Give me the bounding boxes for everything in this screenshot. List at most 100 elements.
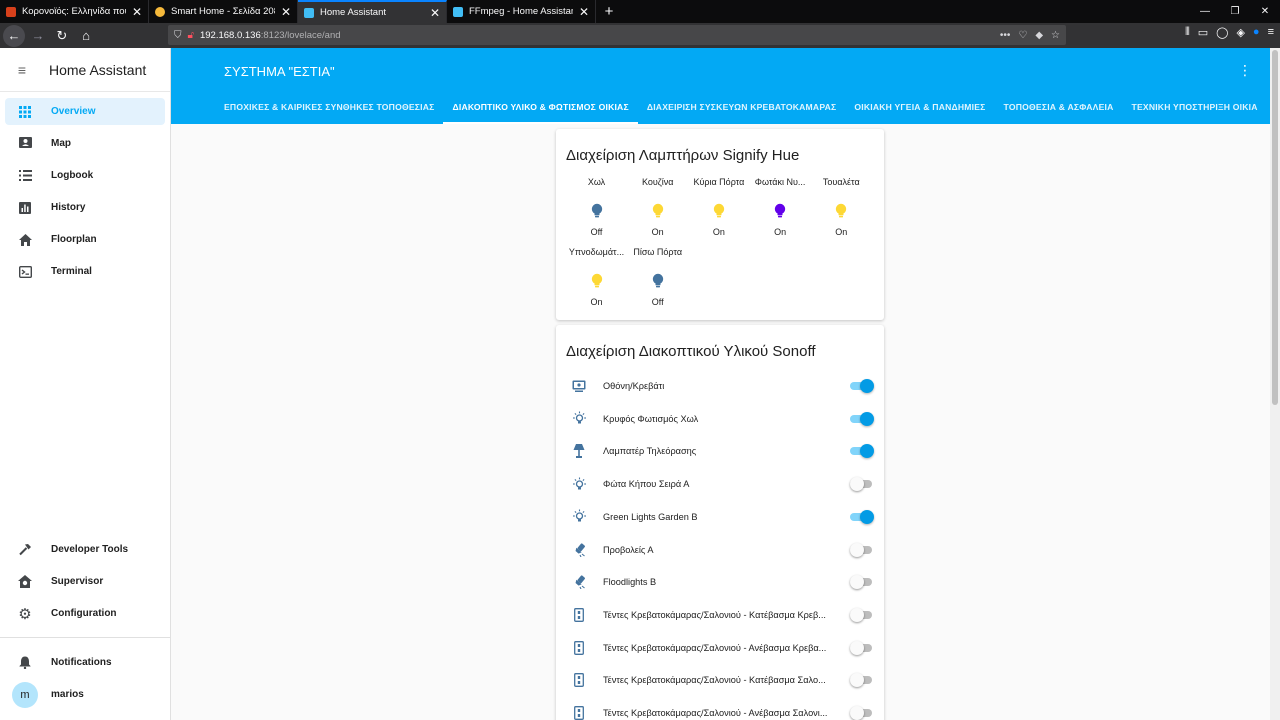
spotlight-icon	[566, 575, 592, 590]
switch-row[interactable]: Τέντες Κρεβατοκάμαρας/Σαλονιού - Κατέβασ…	[566, 603, 874, 627]
light-name: Τουαλέτα	[822, 177, 860, 187]
switch-toggle[interactable]	[850, 575, 874, 590]
sidebar-item-configuration[interactable]: ⚙ Configuration	[5, 600, 165, 627]
light-glance-item[interactable]: Κουζίνα On	[627, 177, 688, 237]
view-tab[interactable]: ΟΙΚΙΑΚΗ ΥΓΕΙΑ & ΠΑΝΔΗΜΙΕΣ	[845, 93, 994, 124]
light-glance-item[interactable]: Φωτάκι Νυ... On	[750, 177, 811, 237]
forum-favicon-icon	[155, 6, 165, 17]
sidebar-item-label: Developer Tools	[51, 544, 129, 555]
browser-tab-strip: Κορονοϊός: Ελληνίδα που ζει σ ✕ Smart Ho…	[0, 0, 1280, 23]
sidebar-item-map[interactable]: Map	[5, 130, 165, 157]
menu-toggle-icon[interactable]: ≡	[0, 62, 44, 78]
view-tab[interactable]: ΤΕΧΝΙΚΗ ΥΠΟΣΤΗΡΙΞΗ ΟΙΚΙΑ	[1123, 93, 1267, 124]
sidebar-item-floorplan[interactable]: Floorplan	[5, 226, 165, 253]
close-window-icon[interactable]: ✕	[1250, 0, 1280, 23]
insecure-lock-icon[interactable]: 🔓︎	[188, 30, 194, 41]
lightbulb-outline-icon	[566, 509, 592, 524]
ellipsis-icon[interactable]: •••	[1000, 30, 1011, 41]
lightbulb-outline-icon	[566, 477, 592, 492]
switch-toggle[interactable]	[850, 706, 874, 720]
browser-tab[interactable]: Κορονοϊός: Ελληνίδα που ζει σ ✕	[0, 0, 149, 23]
view-tab[interactable]: ΕΠΟΧΙΚΕΣ & ΚΑΙΡΙΚΕΣ ΣΥΝΘΗΚΕΣ ΤΟΠΟΘΕΣΙΑΣ	[215, 93, 443, 124]
sidebar-toggle-icon[interactable]: ▭	[1198, 26, 1208, 39]
switch-row[interactable]: Τέντες Κρεβατοκάμαρας/Σαλονιού - Κατέβασ…	[566, 668, 874, 692]
switch-row[interactable]: Τέντες Κρεβατοκάμαρας/Σαλονιού - Ανέβασμ…	[566, 636, 874, 660]
light-glance-item[interactable]: Πίσω Πόρτα Off	[627, 247, 688, 307]
user-name: marios	[51, 689, 84, 700]
address-bar[interactable]: ⛉ 🔓︎ 192.168.0.136:8123/lovelace/and •••…	[168, 25, 1066, 45]
light-glance-item[interactable]: Υπνοδωμάτ... On	[566, 247, 627, 307]
library-icon[interactable]: ⫴	[1185, 26, 1190, 39]
lightbulb-icon	[566, 273, 627, 293]
sidebar-item-logbook[interactable]: Logbook	[5, 162, 165, 189]
browser-tab[interactable]: FFmpeg - Home Assistant ✕	[447, 0, 596, 23]
light-glance-item[interactable]: Χωλ Off	[566, 177, 627, 237]
sidebar-item-supervisor[interactable]: Supervisor	[5, 568, 165, 595]
switch-toggle[interactable]	[850, 607, 874, 622]
browser-tab[interactable]: Smart Home - Σελίδα 208 - Gad ✕	[149, 0, 298, 23]
account-icon[interactable]: ◯	[1216, 26, 1228, 39]
toggle-knob	[850, 477, 864, 492]
close-icon[interactable]: ✕	[430, 6, 440, 20]
light-glance-item[interactable]: Τουαλέτα On	[811, 177, 872, 237]
switch-row[interactable]: Floodlights B	[566, 570, 874, 594]
switch-row[interactable]: Φώτα Κήπου Σειρά Α	[566, 472, 874, 496]
extension-icon[interactable]: ◆	[1035, 30, 1043, 41]
sidebar-item-terminal[interactable]: Terminal	[5, 258, 165, 285]
switch-toggle[interactable]	[850, 673, 874, 688]
close-icon[interactable]: ✕	[579, 5, 589, 19]
switch-row[interactable]: Λαμπατέρ Τηλεόρασης	[566, 439, 874, 463]
sonoff-card: Διαχείριση Διακοπτικού Υλικού Sonoff Οθό…	[556, 325, 884, 720]
switch-toggle[interactable]	[850, 509, 874, 524]
switch-row[interactable]: Κρυφός Φωτισμός Χωλ	[566, 407, 874, 431]
scrollbar-thumb[interactable]	[1272, 50, 1278, 405]
sidebar-item-label: Floorplan	[51, 234, 97, 245]
switch-toggle[interactable]	[850, 477, 874, 492]
pocket-icon[interactable]: ♡	[1018, 30, 1027, 41]
browser-tab-title: FFmpeg - Home Assistant	[469, 6, 573, 17]
sidebar-item-history[interactable]: History	[5, 194, 165, 221]
browser-tab-active[interactable]: Home Assistant ✕	[298, 0, 447, 23]
view-tab[interactable]: ΔΙΑΧΕΙΡΙΣΗ ΣΥΣΚΕΥΩΝ ΚΡΕΒΑΤΟΚΑΜΑΡΑΣ	[638, 93, 846, 124]
view-tab-active[interactable]: ΔΙΑΚΟΠΤΙΚΟ ΥΛΙΚΟ & ΦΩΤΙΣΜΟΣ ΟΙΚΙΑΣ	[443, 93, 638, 124]
new-tab-button[interactable]: +	[596, 0, 622, 23]
switch-toggle[interactable]	[850, 444, 874, 459]
toggle-knob	[860, 444, 874, 459]
light-name: Χωλ	[587, 177, 606, 187]
home-button[interactable]: ⌂	[75, 25, 97, 47]
close-icon[interactable]: ✕	[132, 5, 142, 19]
close-icon[interactable]: ✕	[281, 5, 291, 19]
lightbulb-icon	[688, 203, 749, 223]
switch-row[interactable]: Οθόνη/Κρεβάτι	[566, 374, 874, 398]
switch-row[interactable]: Green Lights Garden B	[566, 505, 874, 529]
lightbulb-icon	[566, 203, 627, 223]
minimize-icon[interactable]: —	[1190, 0, 1220, 23]
forward-button[interactable]: →	[27, 25, 49, 47]
extension-icon[interactable]: ◈	[1236, 26, 1244, 39]
light-state: Off	[651, 297, 664, 307]
restore-icon[interactable]: ❐	[1220, 0, 1250, 23]
switch-toggle[interactable]	[850, 542, 874, 557]
bookmark-star-icon[interactable]: ☆	[1051, 30, 1060, 41]
more-vert-icon[interactable]: ⋮	[1238, 62, 1252, 79]
switch-toggle[interactable]	[850, 411, 874, 426]
sidebar-item-notifications[interactable]: Notifications	[5, 649, 165, 676]
page-scrollbar[interactable]	[1270, 48, 1280, 720]
reload-button[interactable]: ↻	[51, 25, 73, 47]
hammer-icon	[5, 543, 45, 556]
light-glance-item[interactable]: Κύρια Πόρτα On	[688, 177, 749, 237]
switch-toggle[interactable]	[850, 640, 874, 655]
back-button[interactable]: ←	[3, 24, 25, 47]
sidebar-item-developer-tools[interactable]: Developer Tools	[5, 536, 165, 563]
view-tab[interactable]: ΤΟΠΟΘΕΣΙΑ & ΑΣΦΑΛΕΙΑ	[995, 93, 1123, 124]
switch-toggle[interactable]	[850, 379, 874, 393]
switch-row[interactable]: Τέντες Κρεβατοκάμαρας/Σαλονιού - Ανέβασμ…	[566, 701, 874, 720]
switch-row[interactable]: Προβολείς Α	[566, 538, 874, 562]
sidebar-item-overview[interactable]: Overview	[5, 98, 165, 125]
browser-tab-title: Home Assistant	[320, 7, 386, 18]
menu-icon[interactable]: ≡	[1268, 26, 1274, 39]
light-state: On	[835, 227, 848, 237]
sidebar-item-profile[interactable]: m marios	[5, 681, 165, 708]
notifications-extension-icon[interactable]: ●	[1253, 26, 1260, 39]
shield-icon[interactable]: ⛉	[174, 30, 182, 41]
